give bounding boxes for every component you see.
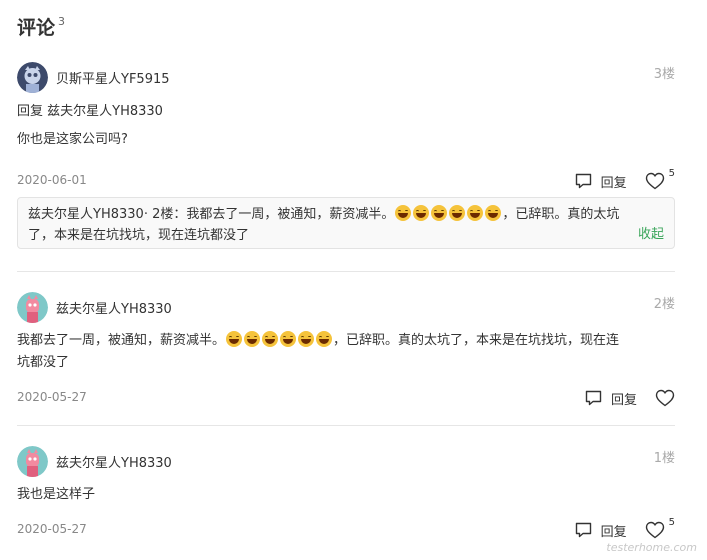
divider <box>17 271 675 272</box>
quote-author[interactable]: 兹夫尔星人YH8330 <box>28 207 144 222</box>
like-button[interactable] <box>655 389 675 407</box>
comment-actions: 回复 5 <box>575 168 675 193</box>
heart-icon <box>645 172 664 190</box>
avatar[interactable] <box>17 61 48 93</box>
comment-text-line2: 坑都没了 <box>17 355 70 370</box>
floor-number: 1楼 <box>653 451 675 466</box>
comments-count: 3 <box>58 15 66 28</box>
reply-label: 回复 <box>600 524 627 540</box>
quoted-comment: 兹夫尔星人YH8330· 2楼：我都去了一周，被通知，薪资减半。 ，已辞职。真的太… <box>17 197 675 249</box>
floor-number: 2楼 <box>653 297 675 312</box>
laughing-emoji-icon <box>449 205 466 221</box>
comment-text-before: 我都去了一周，被通知，薪资减半。 <box>17 333 226 348</box>
comment-item: 兹夫尔星人YH8330 1楼 我也是这样子 2020-05-27 回复 5 <box>17 445 675 542</box>
divider <box>17 425 675 426</box>
collapse-button[interactable]: 收起 <box>638 223 664 242</box>
comment-text: 我也是这样子 <box>17 487 96 502</box>
reply-line: 回复 兹夫尔星人YH8330 <box>17 101 675 123</box>
laughing-emoji-icon <box>226 331 243 347</box>
comment-item: 兹夫尔星人YH8330 2楼 我都去了一周，被通知，薪资减半。 ，已辞职。真的太坑… <box>17 291 675 410</box>
like-button[interactable]: 5 <box>645 168 675 190</box>
laughing-emoji-icon <box>467 205 484 221</box>
quote-text-before: 我都去了一周，被通知，薪资减半。 <box>186 207 395 222</box>
reply-button[interactable]: 回复 <box>575 172 627 191</box>
comments-title: 评论 <box>17 17 56 39</box>
laughing-emoji-icon <box>431 205 448 221</box>
laughing-emoji-icon <box>280 331 297 347</box>
quote-text: 兹夫尔星人YH8330· 2楼：我都去了一周，被通知，薪资减半。 ，已辞职。真的太… <box>28 204 664 246</box>
username[interactable]: 贝斯平星人YF5915 <box>56 68 170 87</box>
quote-text-line2: 了，本来是在坑找坑，现在连坑都没了 <box>28 228 250 243</box>
quote-floor: · 2楼： <box>143 207 187 222</box>
comment-footer: 2020-06-01 回复 5 <box>17 168 675 193</box>
comment-text: 我都去了一周，被通知，薪资减半。 ，已辞职。真的太坑了，本来是在坑找坑，现在连 坑… <box>17 330 675 374</box>
laughing-emoji-icon <box>262 331 279 347</box>
heart-icon <box>655 389 675 407</box>
laughing-emoji-icon <box>395 205 412 221</box>
comment-date: 2020-06-01 <box>17 173 87 187</box>
laughing-emoji-icon <box>244 331 261 347</box>
comment-item: 贝斯平星人YF5915 3楼 回复 兹夫尔星人YH8330 你也是这家公司吗? … <box>17 61 675 193</box>
comment-date: 2020-05-27 <box>17 390 87 404</box>
comment-footer: 2020-05-27 回复 <box>17 386 675 410</box>
reply-button[interactable]: 回复 <box>575 521 627 540</box>
reply-button[interactable]: 回复 <box>585 389 637 408</box>
watermark: testerhome.com <box>606 541 697 554</box>
comment-icon <box>575 522 591 538</box>
floor-number: 3楼 <box>653 67 675 82</box>
comment-actions: 回复 5 <box>575 517 675 542</box>
comment-text: 你也是这家公司吗? <box>17 132 128 147</box>
laughing-emoji-icon <box>485 205 502 221</box>
reply-target[interactable]: 兹夫尔星人YH8330 <box>47 104 163 119</box>
reply-label: 回复 <box>610 392 637 408</box>
comment-header: 兹夫尔星人YH8330 <box>17 291 675 323</box>
reply-prefix: 回复 <box>17 104 44 119</box>
comment-header: 兹夫尔星人YH8330 <box>17 445 675 477</box>
reply-label: 回复 <box>600 175 627 191</box>
comment-footer: 2020-05-27 回复 5 <box>17 517 675 542</box>
laughing-emoji-icon <box>413 205 430 221</box>
heart-icon <box>645 521 664 539</box>
like-button[interactable]: 5 <box>645 517 675 539</box>
avatar[interactable] <box>17 445 48 477</box>
comment-icon <box>585 390 602 406</box>
avatar[interactable] <box>17 291 48 323</box>
like-count: 5 <box>668 168 675 179</box>
username[interactable]: 兹夫尔星人YH8330 <box>56 452 172 471</box>
comment-actions: 回复 <box>585 386 675 410</box>
quote-text-after: ，已辞职。真的太坑 <box>502 207 620 222</box>
laughing-emoji-icon <box>316 331 333 347</box>
comment-icon <box>575 173 591 189</box>
like-count: 5 <box>668 517 675 528</box>
comment-date: 2020-05-27 <box>17 522 87 536</box>
comment-header: 贝斯平星人YF5915 <box>17 61 675 93</box>
laughing-emoji-icon <box>298 331 315 347</box>
comments-header: 评论 3 <box>17 14 65 42</box>
username[interactable]: 兹夫尔星人YH8330 <box>56 298 172 317</box>
comment-text-after: ，已辞职。真的太坑了，本来是在坑找坑，现在连 <box>333 333 620 348</box>
